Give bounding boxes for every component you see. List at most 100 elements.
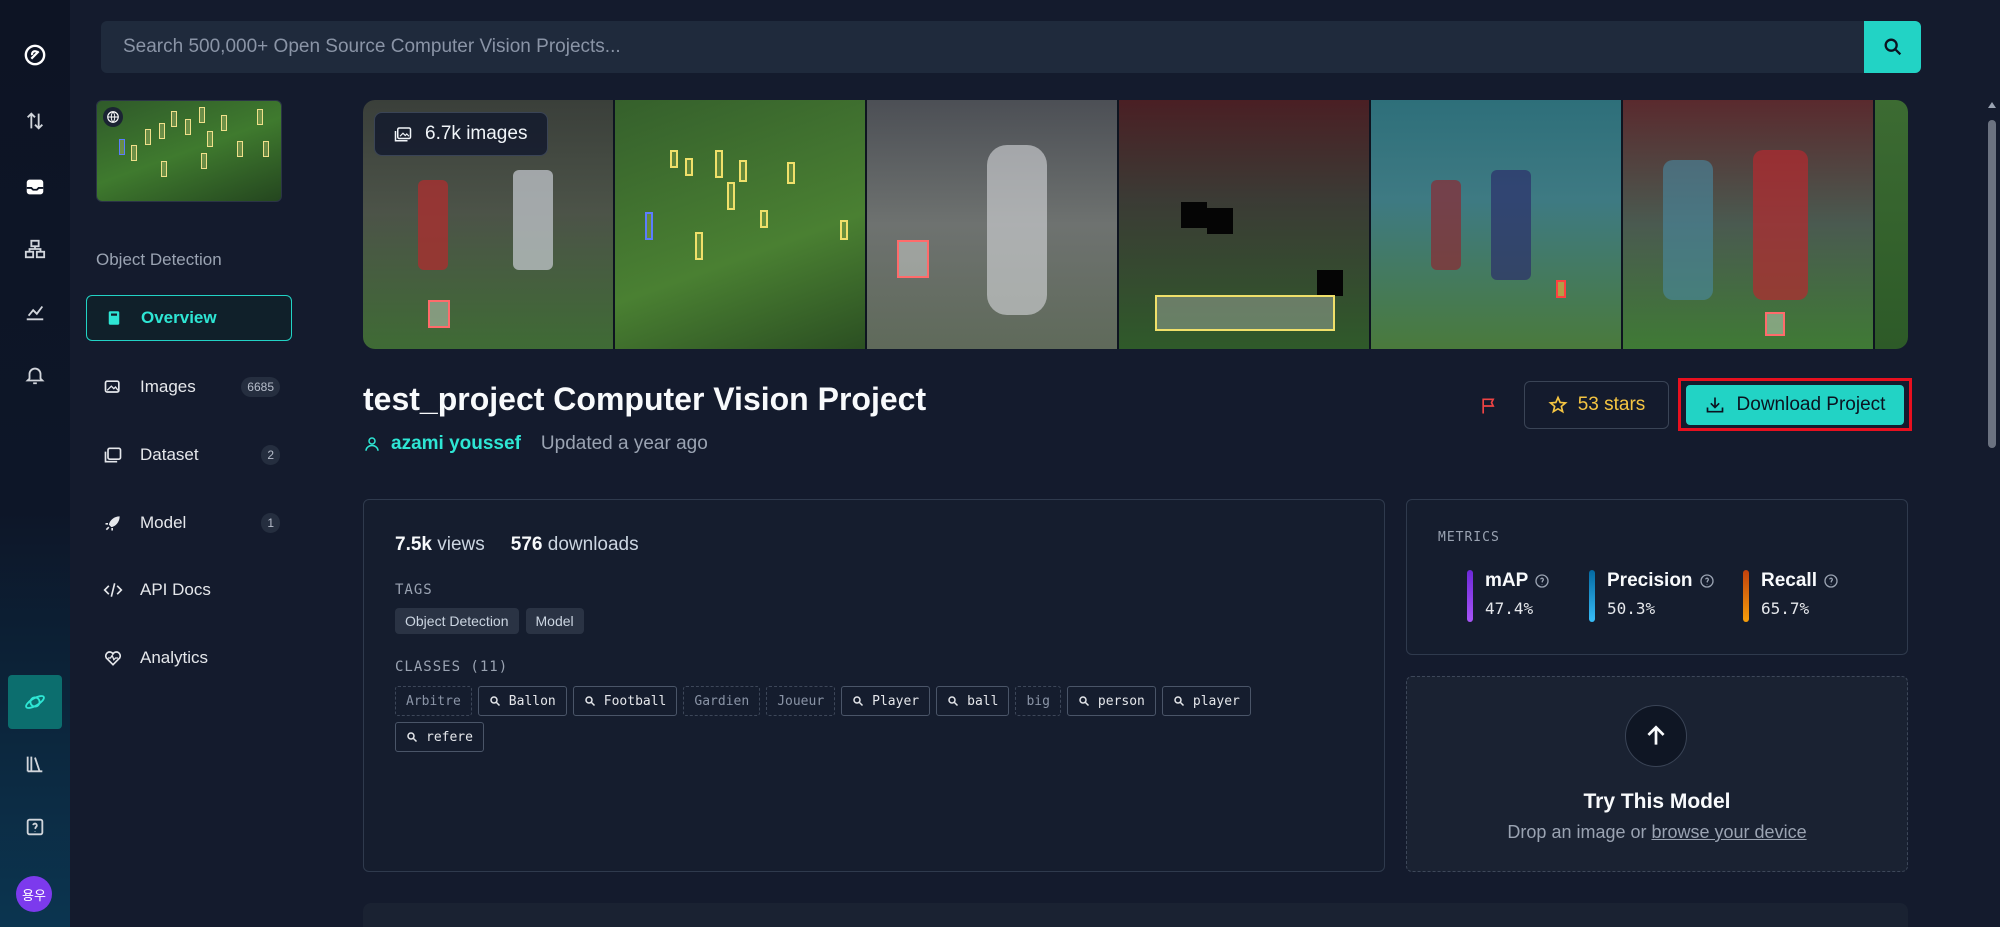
- class-name: big: [1026, 693, 1050, 709]
- class-chip: Joueur: [766, 686, 836, 716]
- metrics-card: METRICS mAP 47.4% Precision 50.3% Recall…: [1406, 499, 1908, 655]
- class-chip[interactable]: refere: [395, 722, 484, 752]
- tags-heading: TAGS: [395, 582, 433, 598]
- page-scrollbar[interactable]: [1984, 100, 2000, 927]
- workflows-icon[interactable]: [8, 222, 62, 276]
- transfer-icon[interactable]: [8, 94, 62, 148]
- metric-value: 65.7%: [1761, 599, 1810, 618]
- images-icon: [102, 376, 124, 398]
- images-icon: [394, 127, 412, 142]
- help-circle-icon[interactable]: [1823, 573, 1839, 589]
- nav-model[interactable]: Model 1: [86, 500, 292, 546]
- library-icon[interactable]: [8, 737, 62, 791]
- classes-list: Arbitre Ballon Football Gardien Joueur P…: [395, 686, 1315, 752]
- user-icon: [365, 437, 379, 451]
- search-icon: [1174, 696, 1184, 707]
- tag[interactable]: Model: [525, 608, 584, 634]
- metric-name: mAP: [1485, 570, 1529, 591]
- subtitle-text: Drop an image or: [1507, 822, 1652, 842]
- project-thumbnail[interactable]: [96, 100, 282, 202]
- dataset-icon: [102, 444, 124, 466]
- search-icon: [948, 696, 959, 707]
- class-name: refere: [426, 729, 473, 745]
- nav-label: Images: [140, 377, 196, 396]
- help-circle-icon[interactable]: [1534, 573, 1550, 589]
- nav-label: Overview: [141, 308, 217, 327]
- rocket-icon: [102, 512, 124, 534]
- class-chip[interactable]: person: [1066, 686, 1156, 716]
- star-icon: [1548, 395, 1568, 414]
- gallery-image[interactable]: [1119, 100, 1369, 349]
- class-chip: Gardien: [683, 686, 761, 716]
- class-chip[interactable]: Football: [572, 686, 678, 716]
- metric-color-bar: [1467, 570, 1473, 622]
- roboflow-logo-icon[interactable]: [8, 28, 62, 82]
- count-badge: 6685: [241, 377, 280, 397]
- download-highlight: Download Project: [1678, 378, 1912, 431]
- tag[interactable]: Object Detection: [395, 608, 519, 634]
- metric-value: 50.3%: [1607, 599, 1656, 618]
- class-name: Arbitre: [406, 693, 461, 709]
- gallery-image[interactable]: [867, 100, 1117, 349]
- try-model-title: Try This Model: [1583, 790, 1731, 813]
- notifications-bell-icon[interactable]: [8, 348, 62, 402]
- class-chip: Arbitre: [395, 686, 472, 716]
- user-avatar[interactable]: 용우: [16, 876, 52, 912]
- search-icon: [1079, 696, 1089, 707]
- image-count-text: 6.7k images: [425, 123, 528, 144]
- project-type: Object Detection: [96, 250, 222, 269]
- metric-name: Recall: [1761, 570, 1817, 591]
- updated-text: Updated a year ago: [540, 433, 708, 454]
- nav-overview[interactable]: Overview: [86, 295, 292, 341]
- author-name[interactable]: azami youssef: [391, 433, 521, 455]
- metric-name: Precision: [1607, 570, 1693, 591]
- nav-analytics[interactable]: Analytics: [86, 635, 292, 681]
- nav-images[interactable]: Images 6685: [86, 364, 292, 410]
- search-bar: [101, 21, 1921, 73]
- image-gallery[interactable]: 6.7k images: [363, 100, 1908, 349]
- book-icon: [103, 307, 125, 329]
- class-name: player: [1192, 693, 1240, 709]
- class-chip[interactable]: ball: [936, 686, 1010, 716]
- scroll-up-arrow-icon[interactable]: [1988, 102, 1996, 108]
- gallery-image[interactable]: [615, 100, 865, 349]
- search-input[interactable]: [101, 21, 1921, 73]
- scroll-thumb[interactable]: [1988, 120, 1996, 448]
- download-project-button[interactable]: Download Project: [1686, 385, 1904, 425]
- browse-device-link[interactable]: browse your device: [1652, 822, 1807, 842]
- nav-label: Model: [140, 513, 187, 532]
- downloads-count: 576: [510, 534, 543, 555]
- universe-planet-icon[interactable]: [8, 675, 62, 729]
- image-count-badge: 6.7k images: [374, 112, 549, 156]
- class-chip[interactable]: player: [1161, 686, 1251, 716]
- gallery-image[interactable]: [1623, 100, 1873, 349]
- search-button[interactable]: [1864, 21, 1921, 73]
- upload-arrow-icon[interactable]: [1625, 705, 1687, 767]
- class-name: Gardien: [694, 693, 750, 709]
- project-info-card: 7.5k views 576 downloads TAGS Object Det…: [363, 499, 1385, 872]
- help-circle-icon[interactable]: [1699, 573, 1715, 589]
- download-icon: [1706, 397, 1723, 413]
- downloads-label: downloads: [547, 534, 639, 555]
- stars-count: 53 stars: [1577, 394, 1646, 415]
- search-icon: [407, 732, 418, 743]
- heart-pulse-icon: [102, 647, 124, 669]
- count-badge: 1: [261, 513, 280, 533]
- gallery-image[interactable]: [1875, 100, 1908, 349]
- nav-dataset[interactable]: Dataset 2: [86, 432, 292, 478]
- try-model-dropzone[interactable]: Try This Model Drop an image or browse y…: [1406, 676, 1908, 872]
- report-flag-icon[interactable]: [1475, 392, 1503, 420]
- analytics-chart-icon[interactable]: [8, 285, 62, 339]
- inbox-icon[interactable]: [8, 160, 62, 214]
- search-icon: [585, 696, 595, 707]
- search-icon: [853, 696, 864, 707]
- nav-api-docs[interactable]: API Docs: [86, 567, 292, 613]
- app-rail: 용우: [0, 0, 70, 927]
- class-chip[interactable]: Ballon: [477, 686, 567, 716]
- metric-value: 47.4%: [1485, 599, 1534, 618]
- help-icon[interactable]: [8, 800, 62, 854]
- gallery-image[interactable]: [1371, 100, 1621, 349]
- metric-color-bar: [1589, 570, 1595, 622]
- star-button[interactable]: 53 stars: [1524, 381, 1669, 429]
- class-chip[interactable]: Player: [841, 686, 931, 716]
